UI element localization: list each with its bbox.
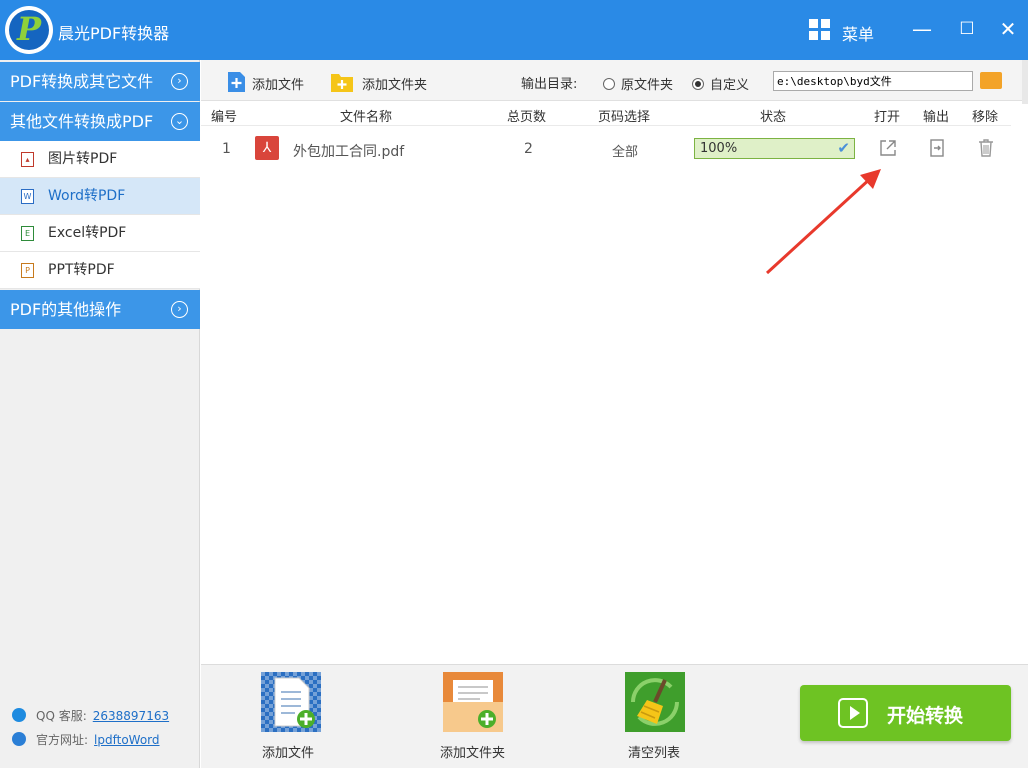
sidebar-section-other-to-pdf[interactable]: 其他文件转换成PDF ⌄ [0, 102, 200, 141]
excel-file-icon: E [21, 226, 34, 241]
output-dir-label: 输出目录: [521, 77, 578, 92]
app-logo-icon: P [5, 6, 53, 54]
conversion-progress-bar: 100% ✔ [694, 138, 855, 159]
sidebar-section-pdf-to-other[interactable]: PDF转换成其它文件 › [0, 62, 200, 101]
radio-icon[interactable] [603, 78, 615, 90]
close-button[interactable]: ✕ [993, 14, 1023, 44]
toolbar-add-file-button[interactable]: 添加文件 [252, 74, 304, 93]
radio-selected-icon[interactable] [692, 78, 704, 90]
open-external-icon[interactable] [878, 138, 898, 158]
sidebar-item-label: PPT转PDF [48, 262, 115, 278]
add-folder-icon[interactable] [330, 71, 354, 93]
word-file-icon: W [21, 189, 34, 204]
site-link[interactable]: lpdftoWord [94, 733, 159, 747]
pdf-file-icon: ⅄ [255, 136, 279, 160]
qq-support: QQ 客服: 2638897163 [12, 707, 169, 724]
column-header-index: 编号 [211, 110, 238, 125]
maximize-button[interactable]: ☐ [952, 14, 982, 44]
add-file-icon[interactable] [227, 71, 246, 93]
site-label: 官方网址: [36, 733, 89, 747]
title-bar: P 晨光PDF转换器 菜单 — ☐ ✕ [0, 0, 1028, 60]
radio-label: 原文件夹 [621, 78, 674, 93]
column-header-status: 状态 [760, 110, 787, 125]
sidebar-item-excel-to-pdf[interactable]: E Excel转PDF [0, 215, 200, 252]
bottom-add-file-label[interactable]: 添加文件 [262, 742, 314, 761]
sidebar-item-label: Excel转PDF [48, 225, 127, 241]
qq-label: QQ 客服: [36, 709, 87, 723]
annotation-arrow-icon [765, 169, 881, 275]
sidebar-section-label: PDF转换成其它文件 [10, 72, 154, 91]
column-header-pages[interactable]: 总页数 [507, 106, 546, 125]
radio-label: 自定义 [710, 78, 750, 93]
sidebar-section-pdf-other-ops[interactable]: PDF的其他操作 › [0, 290, 200, 329]
row-page-select[interactable]: 全部 [612, 141, 638, 160]
output-path-input[interactable] [773, 71, 973, 91]
progress-label: 100% [700, 141, 738, 156]
chevron-down-icon: ⌄ [171, 113, 188, 130]
checkmark-icon: ✔ [837, 139, 850, 157]
minimize-button[interactable]: — [907, 14, 937, 44]
qq-icon [12, 708, 26, 722]
row-filename: 外包加工合同.pdf [293, 144, 405, 160]
menu-grid-icon[interactable] [809, 19, 831, 41]
radio-original-folder[interactable]: 原文件夹 [603, 74, 673, 93]
start-conversion-label: 开始转换 [887, 705, 964, 727]
column-header-output: 输出 [923, 110, 950, 125]
ie-browser-icon [12, 732, 26, 746]
add-file-large-icon[interactable] [261, 672, 321, 732]
bottom-add-folder-label[interactable]: 添加文件夹 [440, 742, 505, 761]
row-index: 1 [222, 141, 231, 157]
column-header-filename[interactable]: 文件名称 [340, 106, 392, 125]
sidebar-item-word-to-pdf[interactable]: W Word转PDF [0, 178, 200, 215]
scrollbar[interactable] [1022, 60, 1028, 104]
sidebar-item-image-to-pdf[interactable]: ▴ 图片转PDF [0, 141, 200, 178]
toolbar-add-folder-button[interactable]: 添加文件夹 [362, 74, 427, 93]
menu-button[interactable]: 菜单 [842, 21, 874, 45]
column-header-page-select: 页码选择 [598, 110, 651, 125]
trash-icon[interactable] [976, 138, 996, 158]
radio-custom-folder[interactable]: 自定义 [692, 74, 749, 93]
clear-list-broom-icon[interactable] [625, 672, 685, 732]
sidebar-item-label: Word转PDF [48, 188, 126, 204]
browse-folder-icon[interactable] [980, 72, 1002, 89]
ppt-file-icon: P [21, 263, 34, 278]
chevron-right-icon: › [171, 301, 188, 318]
qq-number-link[interactable]: 2638897163 [93, 709, 169, 723]
output-folder-icon[interactable] [927, 138, 947, 158]
bottom-clear-list-label[interactable]: 清空列表 [628, 742, 680, 761]
play-icon [838, 698, 868, 728]
row-pages: 2 [524, 141, 533, 157]
column-header-remove: 移除 [972, 110, 999, 125]
sidebar-item-label: 图片转PDF [48, 151, 118, 167]
column-header-open: 打开 [874, 110, 901, 125]
add-folder-large-icon[interactable] [443, 672, 503, 732]
image-file-icon: ▴ [21, 152, 34, 167]
sidebar-section-label: PDF的其他操作 [10, 300, 122, 319]
sidebar-item-ppt-to-pdf[interactable]: P PPT转PDF [0, 252, 200, 289]
sidebar-section-label: 其他文件转换成PDF [10, 112, 154, 131]
chevron-right-icon: › [171, 73, 188, 90]
start-conversion-button[interactable]: 开始转换 [800, 685, 1011, 741]
app-title: 晨光PDF转换器 [58, 24, 170, 43]
official-site: 官方网址: lpdftoWord [12, 731, 160, 748]
